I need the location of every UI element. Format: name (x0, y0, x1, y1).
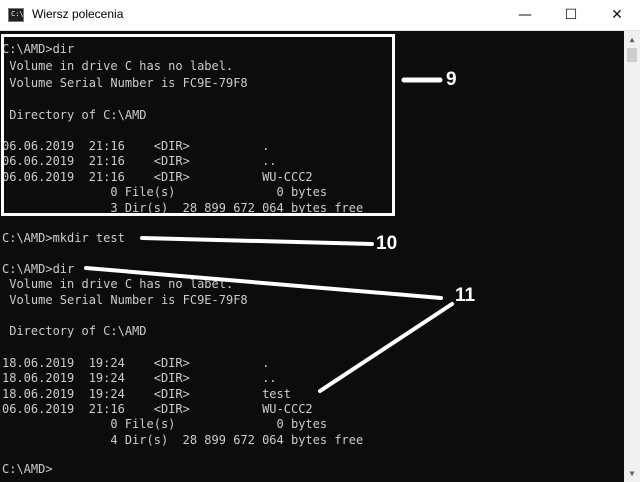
window-title: Wiersz polecenia (32, 7, 124, 21)
console-prompt: C:\AMD> (2, 462, 53, 476)
cmd-icon: C:\. (8, 8, 28, 22)
scroll-up-arrow-icon[interactable]: ▲ (624, 31, 640, 48)
cmd-icon-text: C:\. (11, 10, 28, 18)
console-line: 0 File(s) 0 bytes (2, 417, 328, 431)
console-line: Volume in drive C has no label. (2, 277, 234, 291)
close-button[interactable]: ✕ (594, 0, 640, 30)
maximize-button[interactable]: ☐ (548, 0, 594, 30)
annotation-label-11: 11 (455, 285, 476, 306)
minimize-button[interactable]: — (502, 0, 548, 30)
annotation-label-10: 10 (376, 233, 398, 254)
vertical-scrollbar[interactable]: ▲ ▼ (624, 31, 640, 482)
scroll-down-arrow-icon[interactable]: ▼ (624, 465, 640, 482)
console-line: 4 Dir(s) 28 899 672 064 bytes free (2, 433, 364, 447)
annotation-label-9: 9 (446, 69, 457, 90)
console-line: C:\AMD>mkdir test (2, 231, 125, 245)
scroll-thumb[interactable] (627, 48, 637, 62)
console-line: Volume Serial Number is FC9E-79F8 (2, 293, 248, 307)
console-line: Directory of C:\AMD (2, 324, 147, 338)
title-bar[interactable]: C:\. Wiersz polecenia — ☐ ✕ (0, 0, 640, 31)
console-line: 18.06.2019 19:24 <DIR> .. (2, 371, 277, 385)
annotation-box (1, 34, 395, 216)
